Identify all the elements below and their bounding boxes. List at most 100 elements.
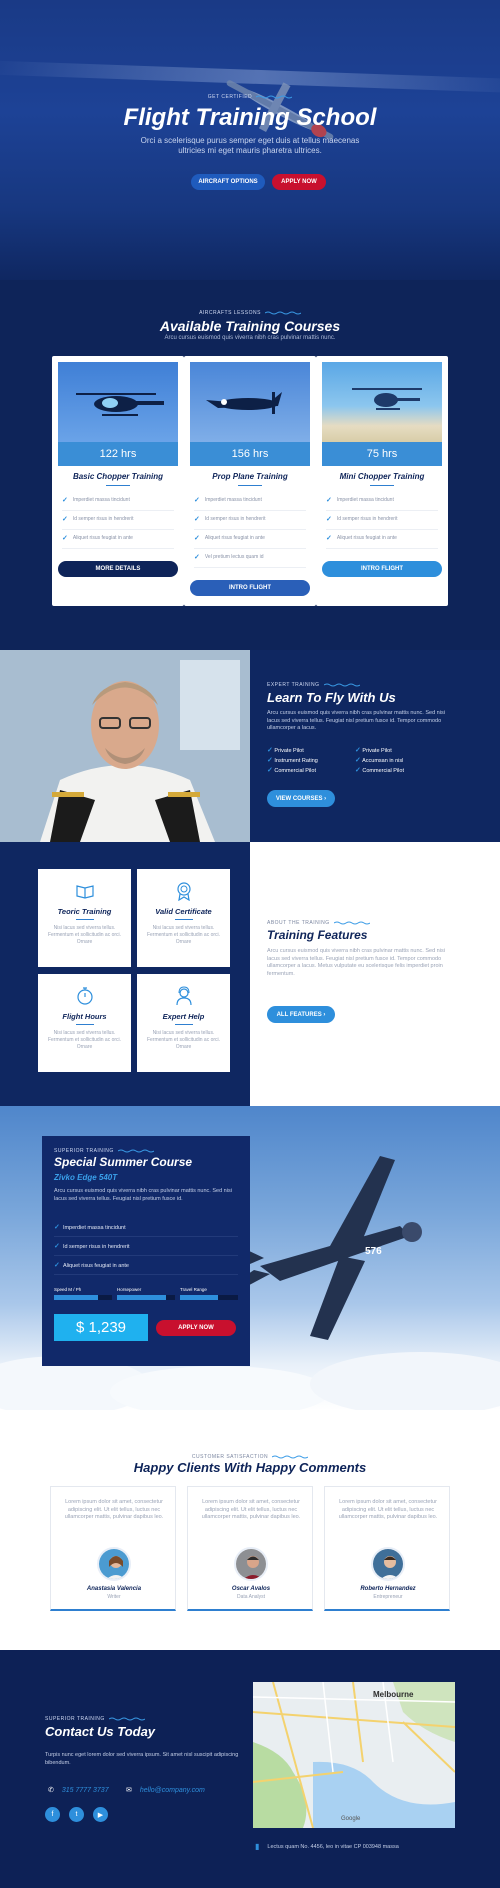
list-item: ✓ Private Pilot <box>355 747 392 754</box>
course-feature: ✓ Id semper risus in hendrerit <box>194 515 306 530</box>
summer-course-section: 576 SUPERIOR TRAINING Special Summer Cou… <box>0 1106 500 1410</box>
stat-fill <box>117 1295 167 1300</box>
stopwatch-icon <box>77 987 93 1005</box>
list-item: ✓ Commercial Pilot <box>355 767 404 774</box>
hero-section: GET CERTIFIED Flight Training School Orc… <box>0 0 500 280</box>
testimonial-role: Writer <box>107 1594 121 1600</box>
course-card: 156 hrs Prop Plane Training ✓ Imperdiet m… <box>184 356 316 606</box>
avatar <box>97 1547 131 1581</box>
testimonial-card: Lorem ipsum dolor sit amet, consectetur … <box>187 1486 313 1611</box>
testimonial-name: Roberto Hernandez <box>360 1586 416 1592</box>
summer-features: ✓ Imperdiet massa tincidunt ✓ Id semper … <box>54 1218 238 1275</box>
course-feature: ✓ Aliquet risus feugiat in ante <box>326 534 438 549</box>
course-hours: 156 hrs <box>190 442 310 466</box>
feature-title: Expert Help <box>162 1012 205 1021</box>
summer-apply-now-button[interactable]: APPLY NOW <box>156 1320 236 1336</box>
price-badge: $ 1,239 <box>54 1314 148 1341</box>
list-item: ✓ Imperdiet massa tincidunt <box>54 1218 238 1237</box>
check-icon: ✓ <box>194 516 200 523</box>
youtube-icon[interactable]: ▶ <box>93 1807 108 1822</box>
check-icon: ✓ <box>326 516 332 523</box>
course-feature: ✓ Id semper risus in hendrerit <box>62 515 174 530</box>
list-item: ✓ Aliquet risus feugiat in ante <box>54 1256 238 1275</box>
map-embed[interactable]: Melbourne Google <box>253 1682 455 1828</box>
features-body: Arcu cursus euismod quis viverra nibh cr… <box>267 948 445 977</box>
stat-speed: Speed M / Ph <box>54 1287 112 1300</box>
contact-section: SUPERIOR TRAINING Contact Us Today Turpi… <box>0 1650 500 1888</box>
check-icon: ✓ <box>326 497 332 504</box>
intro-flight-button[interactable]: INTRO FLIGHT <box>322 561 442 577</box>
envelope-icon: ✉ <box>126 1787 132 1794</box>
apply-now-button[interactable]: APPLY NOW <box>272 174 326 190</box>
list-item: ✓ Instrument Rating <box>267 757 318 764</box>
check-icon: ✓ <box>267 757 273 764</box>
list-item: ✓ Commercial Pilot <box>267 767 316 774</box>
svg-text:576: 576 <box>365 1246 382 1257</box>
course-title: Mini Chopper Training <box>339 472 425 481</box>
hero-eyebrow: GET CERTIFIED <box>0 94 500 100</box>
title-underline <box>175 919 193 920</box>
wave-divider-icon <box>323 683 360 687</box>
feature-box: Expert Help Nisi lacus sed viverra tellu… <box>137 974 230 1072</box>
facebook-icon[interactable]: f <box>45 1807 60 1822</box>
courses-eyebrow: AIRCRAFTS LESSONS <box>0 310 500 316</box>
summer-plane-name: Zivko Edge 540T <box>54 1173 118 1182</box>
helicopter-photo <box>58 362 178 442</box>
pilot-photo <box>0 650 250 842</box>
map-city-label: Melbourne <box>373 1690 414 1699</box>
contact-title: Contact Us Today <box>45 1724 156 1739</box>
contact-address: ▮ Lectus quam No. 4456, leo in vitae CP 0… <box>255 1842 399 1851</box>
book-icon <box>76 885 94 899</box>
testimonial-quote: Lorem ipsum dolor sit amet, consectetur … <box>338 1499 438 1520</box>
stat-label: Horsepower <box>117 1287 142 1292</box>
hero-title: Flight Training School <box>123 104 377 131</box>
contact-phone[interactable]: ✆ 315 7777 3737 <box>48 1786 109 1795</box>
list-item: ✓ Private Pilot <box>267 747 304 754</box>
feature-box: Flight Hours Nisi lacus sed viverra tell… <box>38 974 131 1072</box>
testimonial-name: Anastasia Valencia <box>86 1586 142 1592</box>
check-icon: ✓ <box>62 535 68 542</box>
learn-list-left: ✓ Private Pilot ✓ Instrument Rating ✓ Co… <box>267 746 347 776</box>
view-courses-button[interactable]: VIEW COURSES › <box>267 790 335 807</box>
title-underline <box>106 485 130 486</box>
testimonials-section: CUSTOMER SATISFACTION Happy Clients With… <box>0 1410 500 1650</box>
course-title: Basic Chopper Training <box>72 472 164 481</box>
check-icon: ✓ <box>194 497 200 504</box>
check-icon: ✓ <box>267 767 273 774</box>
course-feature: ✓ Aliquet risus feugiat in ante <box>194 534 306 549</box>
courses-subtitle: Arcu cursus euismod quis viverra nibh cr… <box>164 335 336 341</box>
wave-divider-icon <box>272 1455 309 1459</box>
testimonial-quote: Lorem ipsum dolor sit amet, consectetur … <box>64 1499 164 1520</box>
learn-eyebrow: EXPERT TRAINING <box>267 682 360 688</box>
testimonial-card: Lorem ipsum dolor sit amet, consectetur … <box>50 1486 176 1611</box>
stat-fill <box>54 1295 98 1300</box>
wave-divider-icon <box>264 311 301 315</box>
contact-email[interactable]: ✉ hello@company.com <box>126 1786 205 1795</box>
twitter-icon[interactable]: t <box>69 1807 84 1822</box>
phone-icon: ✆ <box>48 1787 54 1794</box>
summer-body: Arcu cursus euismod quis viverra nibh cr… <box>54 1188 232 1202</box>
course-card: 122 hrs Basic Chopper Training ✓ Imperdie… <box>52 356 184 606</box>
check-icon: ✓ <box>355 747 361 754</box>
summer-course-card: SUPERIOR TRAINING Special Summer Course … <box>42 1136 250 1366</box>
feature-desc: Nisi lacus sed viverra tellus. Fermentum… <box>146 1030 221 1050</box>
title-underline <box>370 485 394 486</box>
feature-title: Flight Hours <box>62 1012 107 1021</box>
check-icon: ✓ <box>194 535 200 542</box>
course-feature: ✓ Id semper risus in hendrerit <box>326 515 438 530</box>
features-eyebrow: ABOUT THE TRAINING <box>267 920 370 926</box>
testimonial-role: Data Analyst <box>236 1594 266 1600</box>
testimonial-role: Entrepreneur <box>373 1594 403 1600</box>
intro-flight-button[interactable]: INTRO FLIGHT <box>190 580 310 596</box>
building-icon: ▮ <box>255 1842 260 1851</box>
title-underline <box>175 1024 193 1025</box>
title-underline <box>76 1024 94 1025</box>
all-features-button[interactable]: ALL FEATURES › <box>267 1006 335 1023</box>
title-underline <box>76 919 94 920</box>
wave-divider-icon <box>256 95 293 99</box>
more-details-button[interactable]: MORE DETAILS <box>58 561 178 577</box>
aircraft-options-button[interactable]: AIRCRAFT OPTIONS <box>191 174 265 190</box>
check-icon: ✓ <box>355 767 361 774</box>
contact-body: Turpis nunc eget lorem dolor sed viverra… <box>45 1752 239 1766</box>
testimonial-name: Oscar Avalos <box>231 1586 271 1592</box>
